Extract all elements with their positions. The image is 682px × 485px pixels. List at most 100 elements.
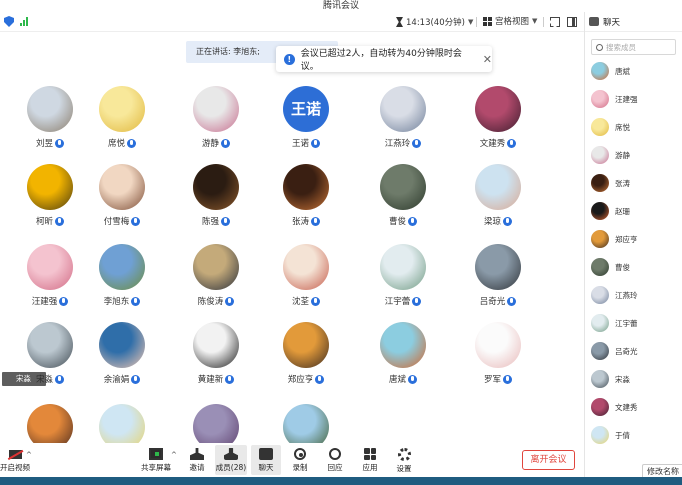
participant-tile[interactable]: 柯昕	[10, 164, 90, 227]
member-item[interactable]: 文建秀	[591, 398, 638, 416]
participant-name: 江宇蕾	[385, 295, 422, 307]
member-item[interactable]: 吕奇光	[591, 342, 638, 360]
self-name-label: 宋淼	[16, 374, 31, 383]
member-name: 郑应亨	[615, 234, 638, 244]
participant-tile[interactable]: 唐斌	[363, 322, 443, 385]
participant-tile[interactable]: 王诺 王诺	[266, 86, 346, 149]
chat-button[interactable]: 聊天	[251, 445, 281, 475]
participant-tile[interactable]: 席悦	[82, 86, 162, 149]
invite-button[interactable]: 邀请	[182, 445, 212, 475]
speaking-name: 李旭东;	[233, 47, 260, 56]
participant-tile[interactable]: 黄建新	[176, 322, 256, 385]
participant-tile[interactable]: 罗军	[458, 322, 538, 385]
participant-tile[interactable]: 文建秀	[458, 86, 538, 149]
participant-tile[interactable]: 付雪梅	[82, 164, 162, 227]
participant-tile[interactable]: 汪建强	[10, 244, 90, 307]
participant-avatar	[475, 86, 521, 132]
participant-name-text: 江宇蕾	[384, 297, 411, 307]
participant-avatar	[27, 86, 73, 132]
grid-view-icon	[483, 16, 492, 26]
member-avatar	[591, 314, 609, 332]
member-item[interactable]: 席悦	[591, 118, 630, 136]
participant-name: 黄建新	[198, 373, 235, 385]
chevron-down-icon: ▼	[467, 18, 474, 26]
status-icons	[4, 16, 28, 27]
mic-icon	[507, 138, 517, 148]
participant-tile[interactable]: 江燕玲	[363, 86, 443, 149]
member-item[interactable]: 郑应亨	[591, 230, 638, 248]
divider	[476, 17, 477, 27]
member-item[interactable]: 游静	[591, 146, 630, 164]
bottom-toolbar: 开启视频 ^ 共享屏幕 ^ 邀请 成员(28) 聊天 录制 回应 应用 设置 离…	[0, 443, 584, 477]
participant-name-text: 沈荃	[291, 297, 309, 307]
member-item[interactable]: 汪建强	[591, 90, 638, 108]
participant-name-text: 余渝娟	[103, 375, 130, 385]
participant-name-text: 罗军	[483, 375, 501, 385]
leave-meeting-button[interactable]: 离开会议	[522, 450, 575, 470]
share-screen-label: 共享屏幕	[141, 463, 171, 472]
participant-tile[interactable]: 张涛	[266, 164, 346, 227]
participant-tile[interactable]: 陈强	[176, 164, 256, 227]
member-item[interactable]: 江宇蕾	[591, 314, 638, 332]
member-name: 吕奇光	[615, 346, 638, 356]
participant-tile[interactable]: 郑应亨	[266, 322, 346, 385]
participant-tile[interactable]: 刘昱	[10, 86, 90, 149]
participant-tile[interactable]: 游静	[176, 86, 256, 149]
participant-name-text: 陈俊涛	[197, 297, 224, 307]
record-button[interactable]: 录制	[285, 445, 315, 475]
participant-name-text: 吕奇光	[479, 297, 506, 307]
participant-tile[interactable]: 吕奇光	[458, 244, 538, 307]
security-shield-icon[interactable]	[4, 16, 14, 27]
member-avatar	[591, 230, 609, 248]
sidebar-toggle-icon[interactable]	[567, 17, 577, 27]
member-item[interactable]: 宋淼	[591, 370, 630, 388]
participant-tile[interactable]: 梁琼	[458, 164, 538, 227]
member-avatar	[591, 286, 609, 304]
participant-avatar	[193, 164, 239, 210]
apps-button[interactable]: 应用	[355, 445, 385, 475]
mic-icon	[131, 296, 141, 306]
search-input[interactable]: 搜索成员	[606, 42, 636, 53]
chat-label: 聊天	[258, 463, 274, 472]
mic-icon	[507, 296, 517, 306]
participant-name-text: 梁琼	[483, 217, 501, 227]
chevron-up-icon[interactable]: ^	[171, 451, 177, 459]
mic-icon	[55, 216, 64, 226]
share-screen-button[interactable]: 共享屏幕	[140, 445, 172, 475]
member-item[interactable]: 曹俊	[591, 258, 630, 276]
member-avatar	[591, 398, 609, 416]
participant-tile[interactable]: 沈荃	[266, 244, 346, 307]
member-item[interactable]: 江燕玲	[591, 286, 638, 304]
participant-name: 付雪梅	[104, 215, 141, 227]
signal-strength-icon[interactable]	[20, 17, 28, 26]
meeting-timer[interactable]: 14:13(40分钟) ▼	[396, 15, 473, 29]
chevron-up-icon[interactable]: ^	[26, 451, 32, 459]
participant-name-text: 柯昕	[35, 217, 53, 227]
settings-button[interactable]: 设置	[389, 445, 419, 475]
member-item[interactable]: 于倩	[591, 426, 630, 444]
member-item[interactable]: 赵珊	[591, 202, 630, 220]
member-search[interactable]: 搜索成员	[591, 39, 676, 55]
close-icon[interactable]: ✕	[483, 53, 492, 66]
participant-name-text: 陈强	[201, 217, 219, 227]
react-button[interactable]: 回应	[320, 445, 350, 475]
participant-tile[interactable]: 李旭东	[82, 244, 162, 307]
participant-tile[interactable]: 陈俊涛	[176, 244, 256, 307]
mic-icon	[503, 216, 512, 226]
member-avatar	[591, 370, 609, 388]
gear-icon	[397, 448, 411, 461]
fullscreen-icon[interactable]	[550, 17, 560, 27]
participant-tile[interactable]: 江宇蕾	[363, 244, 443, 307]
members-button[interactable]: 成员(28)	[215, 445, 247, 475]
participant-name: 游静	[202, 137, 230, 149]
member-item[interactable]: 张涛	[591, 174, 630, 192]
participant-tile[interactable]: 余渝娟	[82, 322, 162, 385]
member-avatar	[591, 146, 609, 164]
member-item[interactable]: 唐斌	[591, 62, 630, 80]
participant-name-text: 张涛	[291, 217, 309, 227]
view-mode-button[interactable]: 宫格视图 ▼	[483, 15, 537, 27]
camera-button[interactable]: 开启视频	[0, 445, 30, 473]
participant-tile[interactable]: 曹俊	[363, 164, 443, 227]
members-icon	[224, 448, 238, 460]
participant-name: 席悦	[108, 137, 136, 149]
